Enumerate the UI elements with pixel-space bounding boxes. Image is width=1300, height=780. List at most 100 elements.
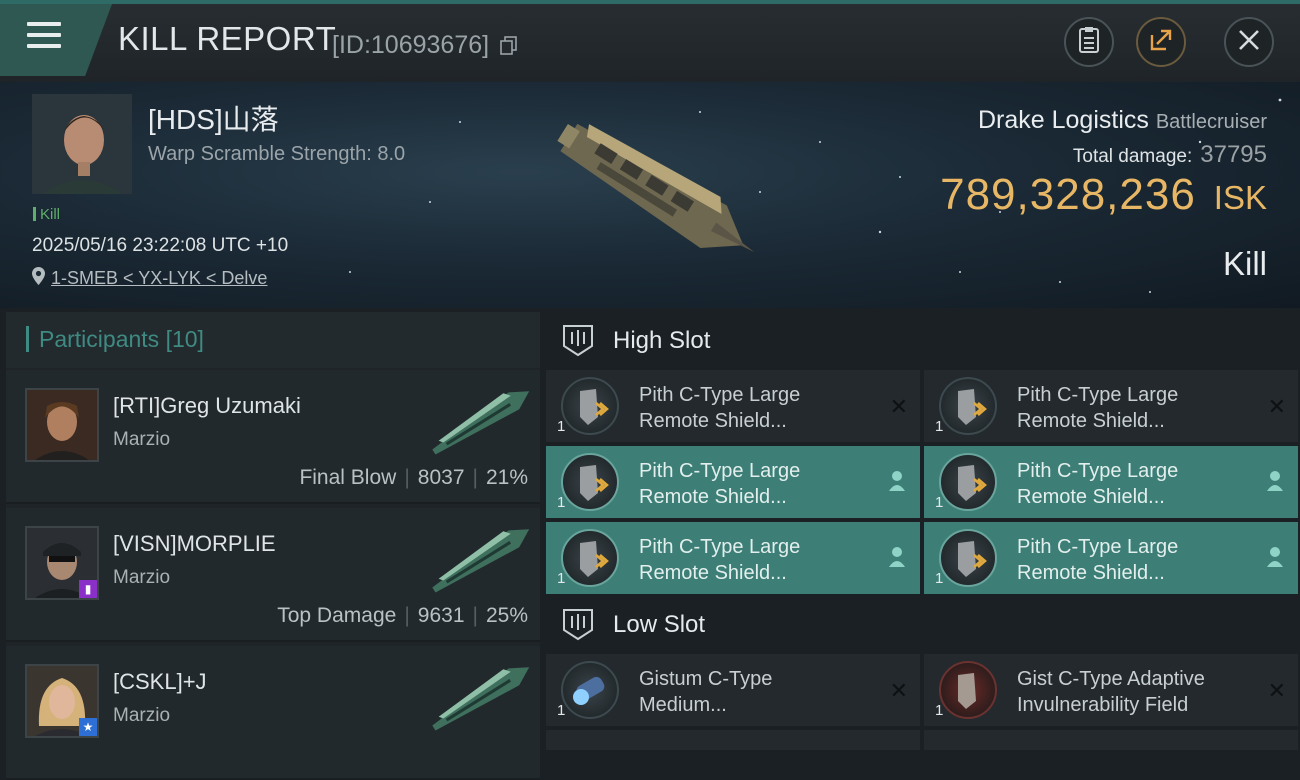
close-icon [1237, 28, 1261, 57]
shield-module-icon [939, 377, 997, 435]
module-quantity: 1 [935, 702, 944, 719]
participant-damage: 9631 [417, 604, 465, 627]
low-slot-title: Low Slot [613, 611, 706, 638]
participant-damage: 8037 [417, 466, 465, 489]
module-item[interactable]: 1 Pith C-Type Large Remote Shield... [924, 446, 1298, 518]
shield-module-icon [561, 529, 619, 587]
module-item-partial[interactable] [924, 730, 1298, 750]
victim-pilot-name[interactable]: [HDS]山落 [148, 98, 279, 138]
participant-avatar[interactable] [25, 388, 99, 462]
module-name-line2: Remote Shield... [639, 486, 787, 508]
participant-row[interactable]: ★ [CSKL]+J Marzio [6, 646, 540, 780]
isk-unit: ISK [1213, 179, 1267, 216]
participant-stats: Final Blow | 8037 | 21% [299, 466, 528, 489]
module-name-line1: Pith C-Type Large [639, 460, 801, 482]
isk-value-line: 789,328,236 ISK [940, 170, 1267, 220]
participant-badge: ▮ [79, 580, 97, 598]
participant-avatar[interactable]: ★ [25, 664, 99, 738]
module-name-line2: Remote Shield... [1017, 486, 1165, 508]
module-item[interactable]: 1 Pith C-Type Large Remote Shield... [546, 522, 920, 594]
module-item[interactable]: 1 Pith C-Type Large Remote Shield... [546, 446, 920, 518]
participant-name[interactable]: [VISN]MORPLIE [113, 531, 276, 557]
module-name-line2: Remote Shield... [639, 562, 787, 584]
high-slot-title: High Slot [613, 327, 711, 354]
module-name: Pith C-Type Large Remote Shield... [1017, 534, 1257, 586]
ship-name[interactable]: Drake Logistics [978, 106, 1149, 134]
shield-extender-icon [561, 661, 619, 719]
participant-ship-image[interactable] [420, 520, 540, 605]
module-item[interactable]: 1 Pith C-Type Large Remote Shield... ✕ [546, 370, 920, 442]
module-name-line1: Pith C-Type Large [639, 384, 801, 406]
participant-ship-image[interactable] [420, 658, 540, 743]
module-name-line1: Pith C-Type Large [1017, 384, 1179, 406]
module-quantity: 1 [557, 702, 566, 719]
shield-module-icon [561, 453, 619, 511]
module-item[interactable]: 1 Pith C-Type Large Remote Shield... [924, 522, 1298, 594]
destroyed-x-icon: ✕ [889, 394, 908, 419]
low-slot-header: Low Slot [546, 596, 1300, 654]
ship-name-line: Drake Logistics Battlecruiser [978, 106, 1267, 135]
participant-corp: Marzio [113, 567, 171, 588]
share-icon [1148, 27, 1174, 58]
participant-percent: 21% [485, 466, 528, 489]
module-name-line1: Pith C-Type Large [639, 536, 801, 558]
module-name-line1: Pith C-Type Large [1017, 536, 1179, 558]
total-damage-value: 37795 [1200, 141, 1267, 168]
participant-name[interactable]: [RTI]Greg Uzumaki [113, 393, 301, 419]
shield-module-icon [939, 529, 997, 587]
module-name: Pith C-Type Large Remote Shield... [1017, 458, 1257, 510]
module-quantity: 1 [557, 418, 566, 435]
participant-avatar[interactable]: ▮ [25, 526, 99, 600]
module-name-line2: Invulnerability Field [1017, 694, 1189, 716]
participant-row[interactable]: [RTI]Greg Uzumaki Marzio Final Blow | 8037… [6, 370, 540, 504]
module-name: Pith C-Type Large Remote Shield... [639, 458, 879, 510]
victim-portrait[interactable] [32, 94, 132, 194]
share-button[interactable] [1136, 17, 1186, 67]
location-link[interactable]: 1-SMEB < YX-LYK < Delve [32, 267, 267, 290]
person-icon [1266, 546, 1284, 573]
clipboard-button[interactable] [1064, 17, 1114, 67]
module-name: Gist C-Type Adaptive Invulnerability Fiel… [1017, 666, 1257, 718]
participant-corp: Marzio [113, 429, 171, 450]
warp-scramble-strength: Warp Scramble Strength: 8.0 [148, 143, 406, 165]
report-id: [ID:10693676] [332, 31, 490, 59]
module-quantity: 1 [935, 494, 944, 511]
module-name-line1: Gist C-Type Adaptive [1017, 668, 1205, 690]
module-quantity: 1 [557, 494, 566, 511]
ship-class: Battlecruiser [1155, 111, 1267, 133]
kill-tag-label: Kill [40, 206, 61, 223]
module-name-line2: Medium... [639, 694, 727, 716]
destroyed-x-icon: ✕ [889, 678, 908, 703]
participant-ship-image[interactable] [420, 382, 540, 467]
module-name-line1: Pith C-Type Large [1017, 460, 1179, 482]
ship-image[interactable] [525, 92, 775, 287]
module-item[interactable]: 1 Gistum C-Type Medium... ✕ [546, 654, 920, 726]
kill-datetime: 2025/05/16 23:22:08 UTC +10 [32, 235, 289, 256]
destroyed-x-icon: ✕ [1267, 678, 1286, 703]
page-title: KILL REPORT [118, 20, 337, 57]
module-name: Pith C-Type Large Remote Shield... [639, 382, 879, 434]
destroyed-x-icon: ✕ [1267, 394, 1286, 419]
participant-name[interactable]: [CSKL]+J [113, 669, 207, 695]
module-quantity: 1 [935, 418, 944, 435]
module-quantity: 1 [557, 570, 566, 587]
module-item-partial[interactable] [546, 730, 920, 750]
module-item[interactable]: 1 Gist C-Type Adaptive Invulnerability Fi… [924, 654, 1298, 726]
participant-role: Final Blow [299, 466, 397, 489]
participant-row[interactable]: ▮ [VISN]MORPLIE Marzio Top Damage | 9631 | 2… [6, 508, 540, 642]
module-item[interactable]: 1 Pith C-Type Large Remote Shield... ✕ [924, 370, 1298, 442]
clipboard-icon [1078, 26, 1100, 59]
isk-value: 789,328,236 [940, 170, 1196, 219]
location-pin-icon [32, 267, 45, 290]
high-slot-icon [560, 322, 596, 363]
copy-icon[interactable] [500, 36, 518, 61]
participant-role: Top Damage [277, 604, 397, 627]
module-quantity: 1 [935, 570, 944, 587]
hamburger-menu-icon[interactable] [27, 22, 63, 52]
close-button[interactable] [1224, 17, 1274, 67]
location-text[interactable]: 1-SMEB < YX-LYK < Delve [51, 268, 267, 289]
participant-corp: Marzio [113, 705, 171, 726]
invulnerability-field-icon [939, 661, 997, 719]
shield-module-icon [939, 453, 997, 511]
participants-title-label: Participants [39, 326, 160, 352]
